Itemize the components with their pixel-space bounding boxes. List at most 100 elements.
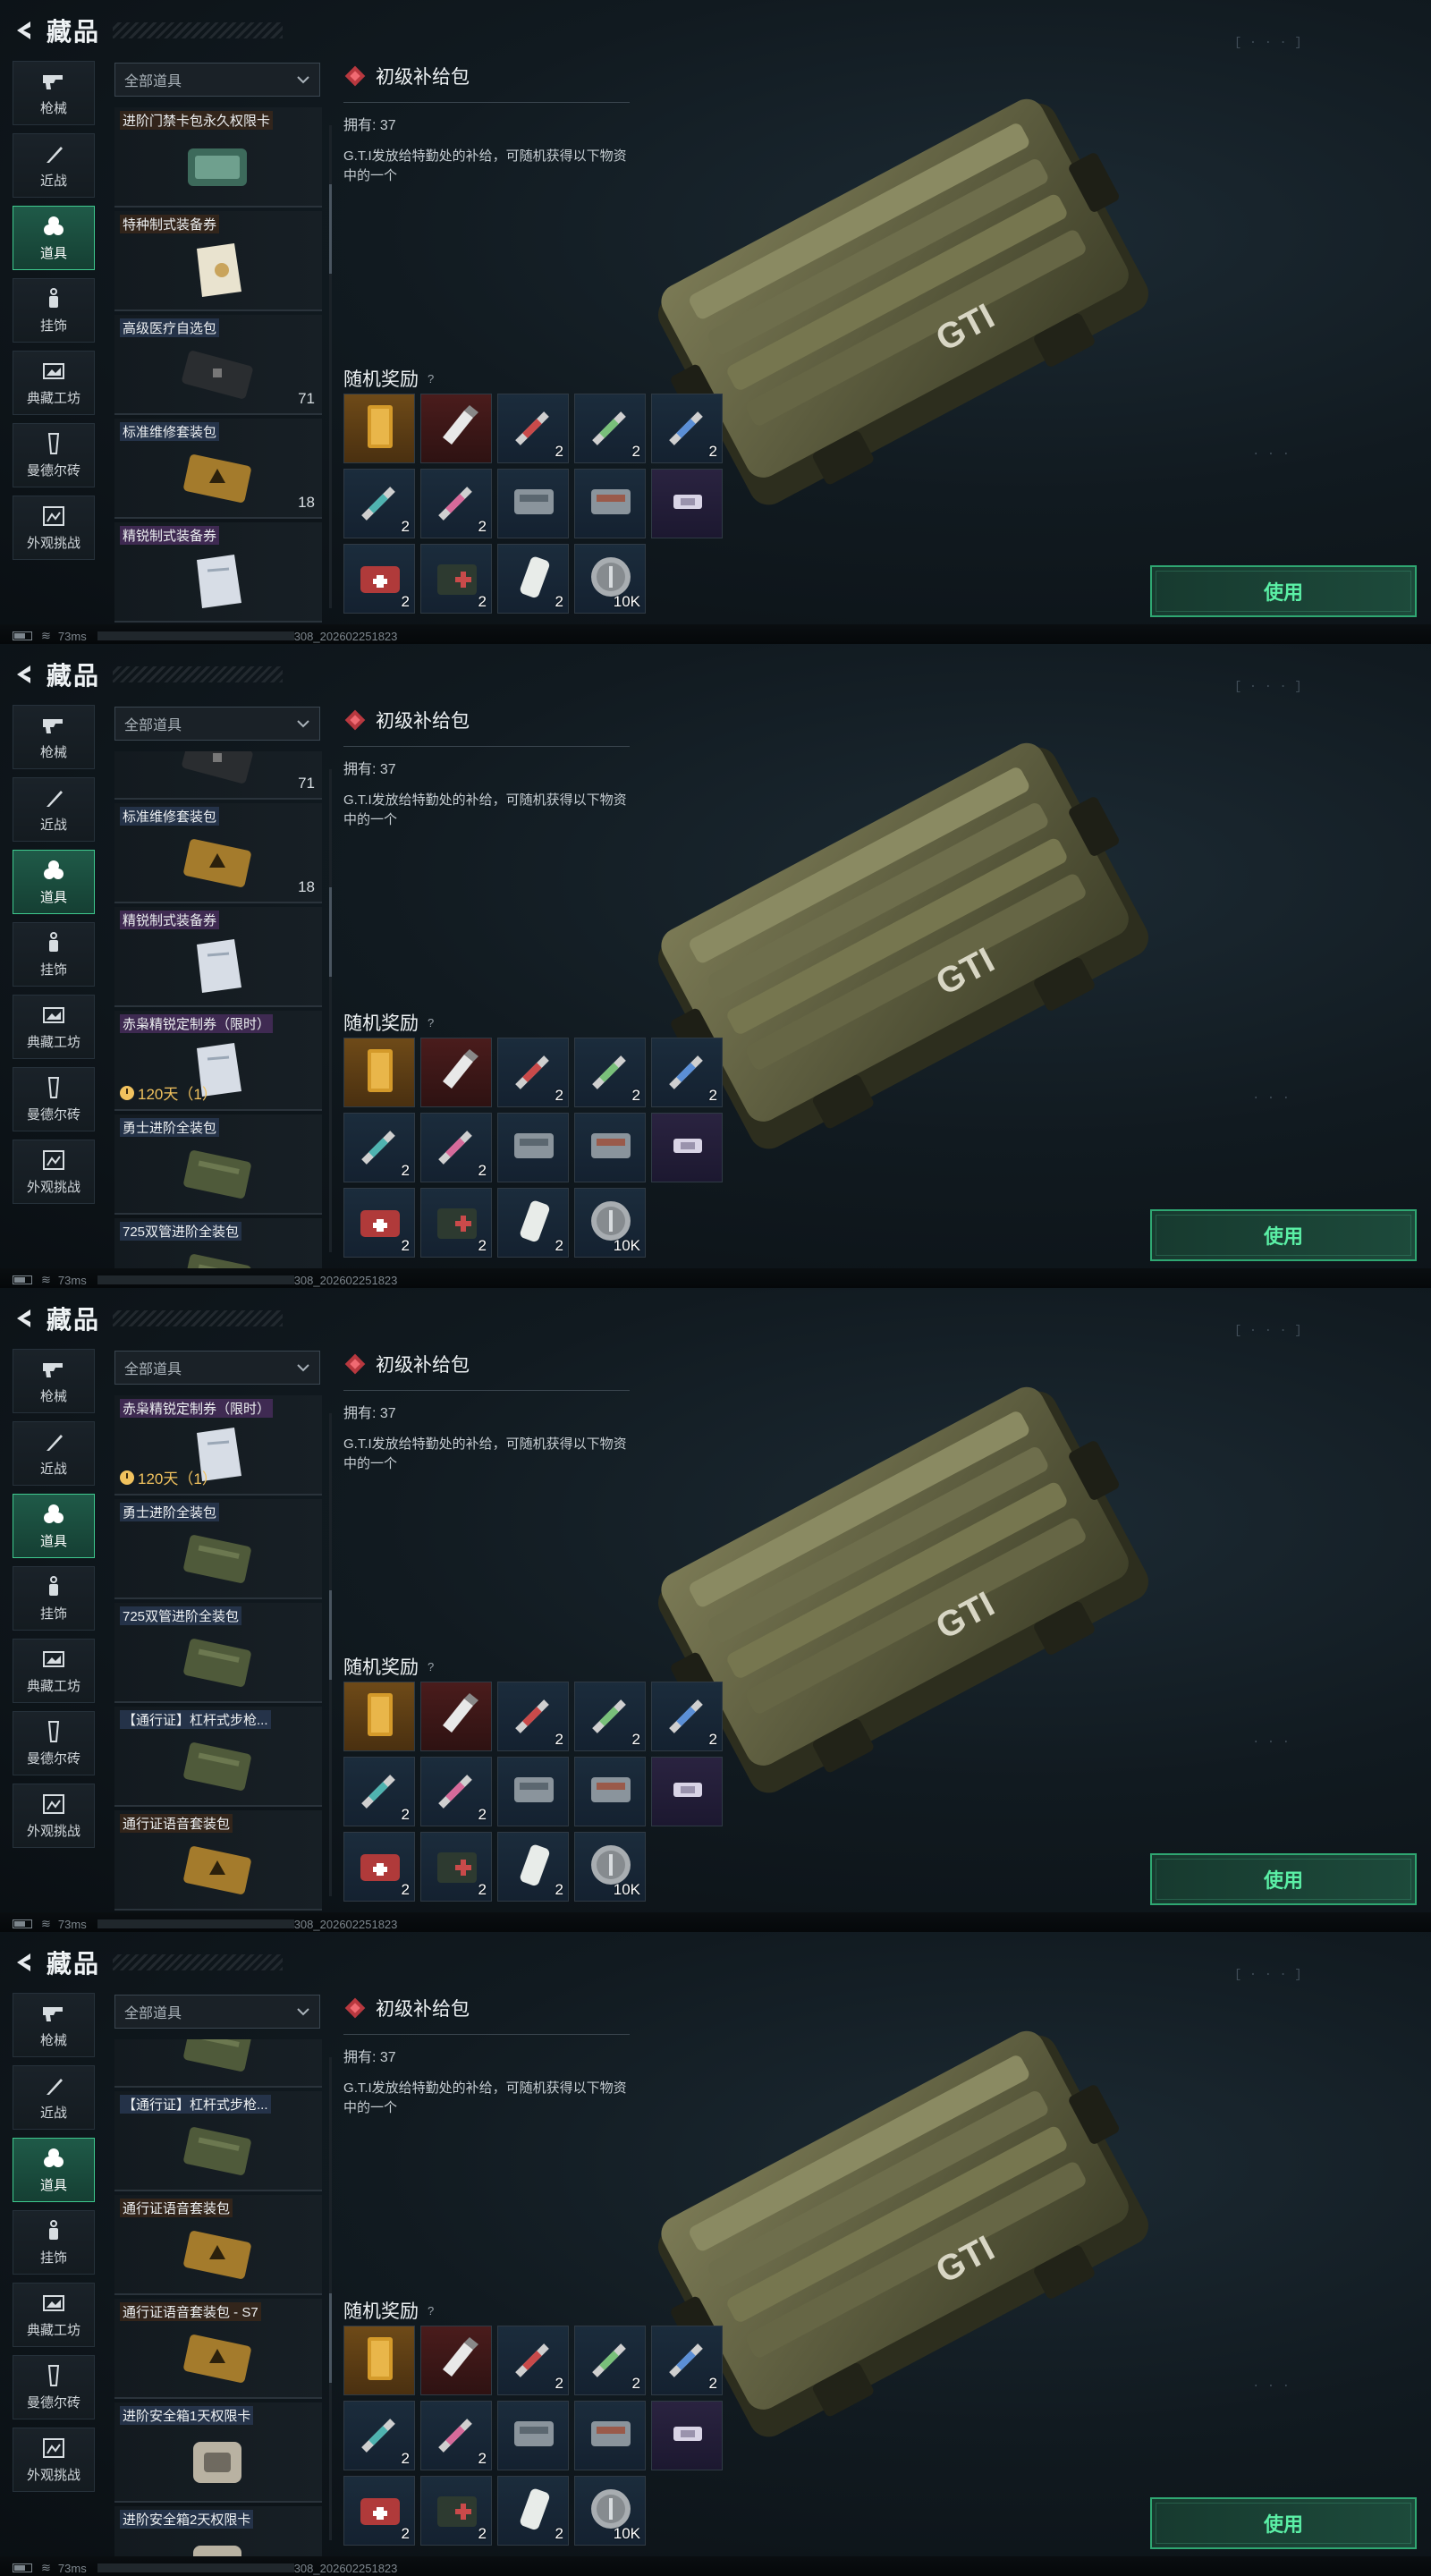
- reward-slot[interactable]: [651, 1113, 723, 1182]
- scrollbar-thumb[interactable]: [329, 1590, 332, 1680]
- reward-slot[interactable]: 2: [497, 544, 569, 614]
- item-card[interactable]: 通行证语音套装包 - S7: [114, 2299, 322, 2399]
- nav-item-challenge[interactable]: 外观挑战: [13, 1784, 95, 1848]
- reward-slot[interactable]: [574, 2401, 646, 2470]
- filter-dropdown[interactable]: 全部道具: [114, 1351, 320, 1385]
- reward-slot[interactable]: 2: [497, 1038, 569, 1107]
- reward-slot[interactable]: 2: [651, 1682, 723, 1751]
- reward-slot[interactable]: 2: [497, 394, 569, 463]
- scrollbar-thumb[interactable]: [329, 184, 332, 274]
- filter-dropdown[interactable]: 全部道具: [114, 1995, 320, 2029]
- reward-slot[interactable]: [497, 469, 569, 538]
- nav-item-items[interactable]: 道具: [13, 2138, 95, 2202]
- nav-item-items[interactable]: 道具: [13, 850, 95, 914]
- item-card[interactable]: 勇士进阶全装包: [114, 1499, 322, 1599]
- reward-slot[interactable]: [651, 2401, 723, 2470]
- item-list[interactable]: 71 标准维修套装包 18 精锐制式装备券 赤枭精锐定制券（限时） 120天（1） 勇士进阶…: [114, 751, 322, 1268]
- nav-item-workshop[interactable]: 典藏工坊: [13, 2283, 95, 2347]
- nav-item-gun[interactable]: 枪械: [13, 61, 95, 125]
- reward-slot[interactable]: [420, 1038, 492, 1107]
- nav-item-challenge[interactable]: 外观挑战: [13, 496, 95, 560]
- use-button[interactable]: 使用: [1150, 1853, 1417, 1905]
- item-list[interactable]: 赤枭精锐定制券（限时） 120天（1） 勇士进阶全装包 725双管进阶全装包 【通行证】…: [114, 1395, 322, 1912]
- item-card[interactable]: 赤枭精锐定制券（限时） 120天（1）: [114, 1395, 322, 1496]
- item-card[interactable]: 725双管进阶全装包: [114, 1603, 322, 1703]
- nav-item-charm[interactable]: 挂饰: [13, 278, 95, 343]
- reward-slot[interactable]: 2: [497, 1832, 569, 1902]
- nav-item-brick[interactable]: 曼德尔砖: [13, 1711, 95, 1775]
- item-list-scrollbar[interactable]: [329, 125, 332, 608]
- rewards-help-icon[interactable]: ?: [428, 1660, 434, 1674]
- reward-slot[interactable]: [574, 1757, 646, 1826]
- nav-item-brick[interactable]: 曼德尔砖: [13, 423, 95, 487]
- nav-item-knife[interactable]: 近战: [13, 777, 95, 842]
- item-card[interactable]: 赤枭精锐定制券（限时） 120天（1）: [114, 1011, 322, 1111]
- item-card[interactable]: 进阶门禁卡包永久权限卡: [114, 107, 322, 208]
- use-button[interactable]: 使用: [1150, 565, 1417, 617]
- item-list-scrollbar[interactable]: [329, 769, 332, 1252]
- item-card[interactable]: 【通行证】杠杆式步枪...: [114, 2091, 322, 2191]
- reward-slot[interactable]: 2: [574, 394, 646, 463]
- item-card[interactable]: 精锐制式装备券: [114, 907, 322, 1007]
- use-button[interactable]: 使用: [1150, 1209, 1417, 1261]
- reward-slot[interactable]: [574, 469, 646, 538]
- reward-slot[interactable]: 2: [651, 1038, 723, 1107]
- reward-slot[interactable]: [497, 2401, 569, 2470]
- nav-item-items[interactable]: 道具: [13, 206, 95, 270]
- nav-item-challenge[interactable]: 外观挑战: [13, 1140, 95, 1204]
- reward-slot[interactable]: 2: [343, 1188, 415, 1258]
- rewards-help-icon[interactable]: ?: [428, 2304, 434, 2318]
- item-list-scrollbar[interactable]: [329, 2057, 332, 2540]
- reward-slot[interactable]: 2: [497, 1188, 569, 1258]
- reward-slot[interactable]: 2: [651, 2326, 723, 2395]
- reward-slot[interactable]: 2: [420, 1113, 492, 1182]
- item-card[interactable]: 特种制式装备券: [114, 211, 322, 311]
- reward-slot[interactable]: [343, 1038, 415, 1107]
- reward-slot[interactable]: 2: [420, 544, 492, 614]
- item-list-scrollbar[interactable]: [329, 1413, 332, 1896]
- reward-slot[interactable]: 10K: [574, 2476, 646, 2546]
- scrollbar-thumb[interactable]: [329, 2293, 332, 2383]
- reward-slot[interactable]: [574, 1113, 646, 1182]
- nav-item-knife[interactable]: 近战: [13, 2065, 95, 2130]
- nav-item-gun[interactable]: 枪械: [13, 705, 95, 769]
- scrollbar-thumb[interactable]: [329, 887, 332, 977]
- nav-item-charm[interactable]: 挂饰: [13, 1566, 95, 1631]
- reward-slot[interactable]: 2: [343, 544, 415, 614]
- filter-dropdown[interactable]: 全部道具: [114, 707, 320, 741]
- nav-item-knife[interactable]: 近战: [13, 1421, 95, 1486]
- reward-slot[interactable]: 2: [497, 2326, 569, 2395]
- reward-slot[interactable]: 2: [420, 2476, 492, 2546]
- reward-slot[interactable]: [420, 1682, 492, 1751]
- back-button[interactable]: [13, 19, 36, 42]
- nav-item-workshop[interactable]: 典藏工坊: [13, 995, 95, 1059]
- item-card[interactable]: 标准维修套装包 18: [114, 419, 322, 519]
- nav-item-workshop[interactable]: 典藏工坊: [13, 1639, 95, 1703]
- nav-item-charm[interactable]: 挂饰: [13, 2210, 95, 2275]
- back-button[interactable]: [13, 663, 36, 686]
- reward-slot[interactable]: [651, 1757, 723, 1826]
- nav-item-gun[interactable]: 枪械: [13, 1349, 95, 1413]
- reward-slot[interactable]: [343, 394, 415, 463]
- reward-slot[interactable]: [420, 2326, 492, 2395]
- reward-slot[interactable]: 2: [343, 1757, 415, 1826]
- reward-slot[interactable]: [343, 2326, 415, 2395]
- filter-dropdown[interactable]: 全部道具: [114, 63, 320, 97]
- item-card[interactable]: 标准维修套装包 18: [114, 803, 322, 903]
- nav-item-items[interactable]: 道具: [13, 1494, 95, 1558]
- reward-slot[interactable]: 10K: [574, 1832, 646, 1902]
- reward-slot[interactable]: 2: [420, 2401, 492, 2470]
- item-list[interactable]: 【通行证】杠杆式步枪... 通行证语音套装包 通行证语音套装包 - S7 进阶安全箱1…: [114, 2039, 322, 2556]
- rewards-help-icon[interactable]: ?: [428, 372, 434, 386]
- item-card[interactable]: 通行证语音套装包: [114, 1810, 322, 1911]
- reward-slot[interactable]: 2: [420, 469, 492, 538]
- reward-slot[interactable]: [497, 1757, 569, 1826]
- nav-item-challenge[interactable]: 外观挑战: [13, 2428, 95, 2492]
- rewards-help-icon[interactable]: ?: [428, 1016, 434, 1030]
- item-card[interactable]: 【通行证】杠杆式步枪...: [114, 1707, 322, 1807]
- nav-item-knife[interactable]: 近战: [13, 133, 95, 198]
- item-card[interactable]: [114, 2039, 322, 2088]
- reward-slot[interactable]: 2: [343, 469, 415, 538]
- item-card[interactable]: 通行证语音套装包: [114, 2195, 322, 2295]
- use-button[interactable]: 使用: [1150, 2497, 1417, 2549]
